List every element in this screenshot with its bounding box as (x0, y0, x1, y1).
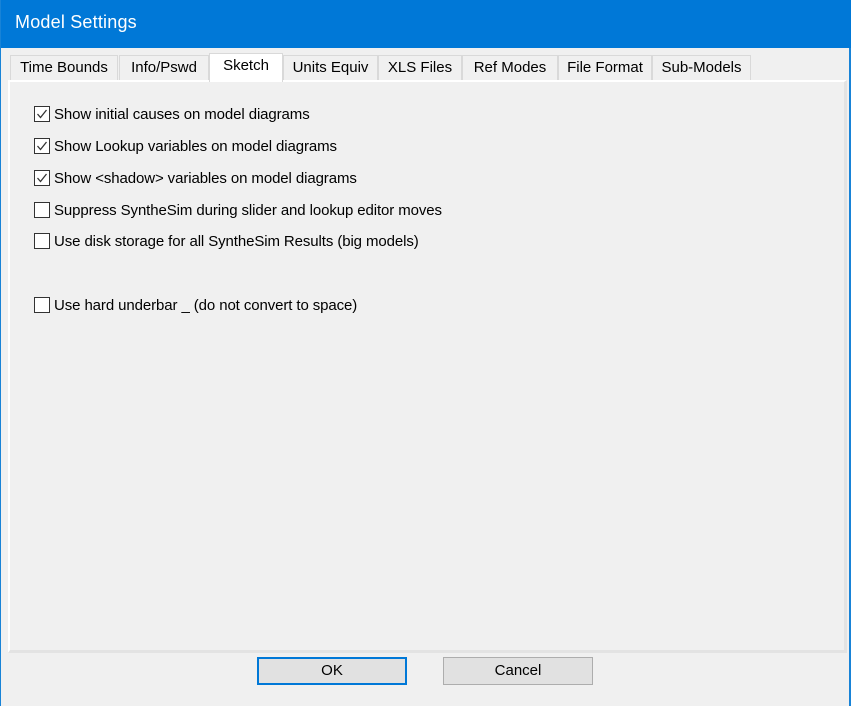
tab-xls-files[interactable]: XLS Files (378, 55, 462, 81)
tab-time-bounds[interactable]: Time Bounds (10, 55, 118, 81)
sketch-tab-panel (8, 80, 847, 653)
tab-file-format[interactable]: File Format (558, 55, 652, 81)
ok-button[interactable]: OK (257, 657, 407, 685)
checkbox-checked[interactable] (34, 170, 50, 186)
option-label: Use hard underbar _ (do not convert to s… (54, 296, 358, 314)
tab-sketch[interactable]: Sketch (209, 53, 283, 82)
title-bar[interactable]: Model Settings (1, 0, 851, 48)
checkbox-checked[interactable] (34, 138, 50, 154)
tab-info-pswd[interactable]: Info/Pswd (119, 55, 209, 81)
option-suppress-synthesim[interactable]: Suppress SyntheSim during slider and loo… (34, 201, 442, 219)
dialog-title: Model Settings (15, 12, 137, 32)
checkmark-icon (37, 173, 48, 183)
checkbox-unchecked[interactable] (34, 233, 50, 249)
option-label: Suppress SyntheSim during slider and loo… (54, 201, 442, 219)
option-label: Show <shadow> variables on model diagram… (54, 169, 357, 187)
option-hard-underbar[interactable]: Use hard underbar _ (do not convert to s… (34, 296, 357, 314)
option-label: Show initial causes on model diagrams (54, 105, 310, 123)
tab-sub-models[interactable]: Sub-Models (652, 55, 751, 81)
option-show-initial-causes[interactable]: Show initial causes on model diagrams (34, 105, 310, 123)
model-settings-dialog: Model Settings Time Bounds Info/Pswd Ske… (0, 0, 851, 706)
option-show-shadow-variables[interactable]: Show <shadow> variables on model diagram… (34, 169, 357, 187)
option-label: Show Lookup variables on model diagrams (54, 137, 337, 155)
checkbox-unchecked[interactable] (34, 202, 50, 218)
checkmark-icon (37, 109, 48, 119)
checkbox-checked[interactable] (34, 106, 50, 122)
option-show-lookup-variables[interactable]: Show Lookup variables on model diagrams (34, 137, 337, 155)
checkbox-unchecked[interactable] (34, 297, 50, 313)
cancel-button[interactable]: Cancel (443, 657, 593, 685)
option-label: Use disk storage for all SyntheSim Resul… (54, 232, 419, 250)
tab-units-equiv[interactable]: Units Equiv (283, 55, 378, 81)
tab-ref-modes[interactable]: Ref Modes (462, 55, 558, 81)
option-use-disk-storage[interactable]: Use disk storage for all SyntheSim Resul… (34, 232, 419, 250)
checkmark-icon (37, 141, 48, 151)
